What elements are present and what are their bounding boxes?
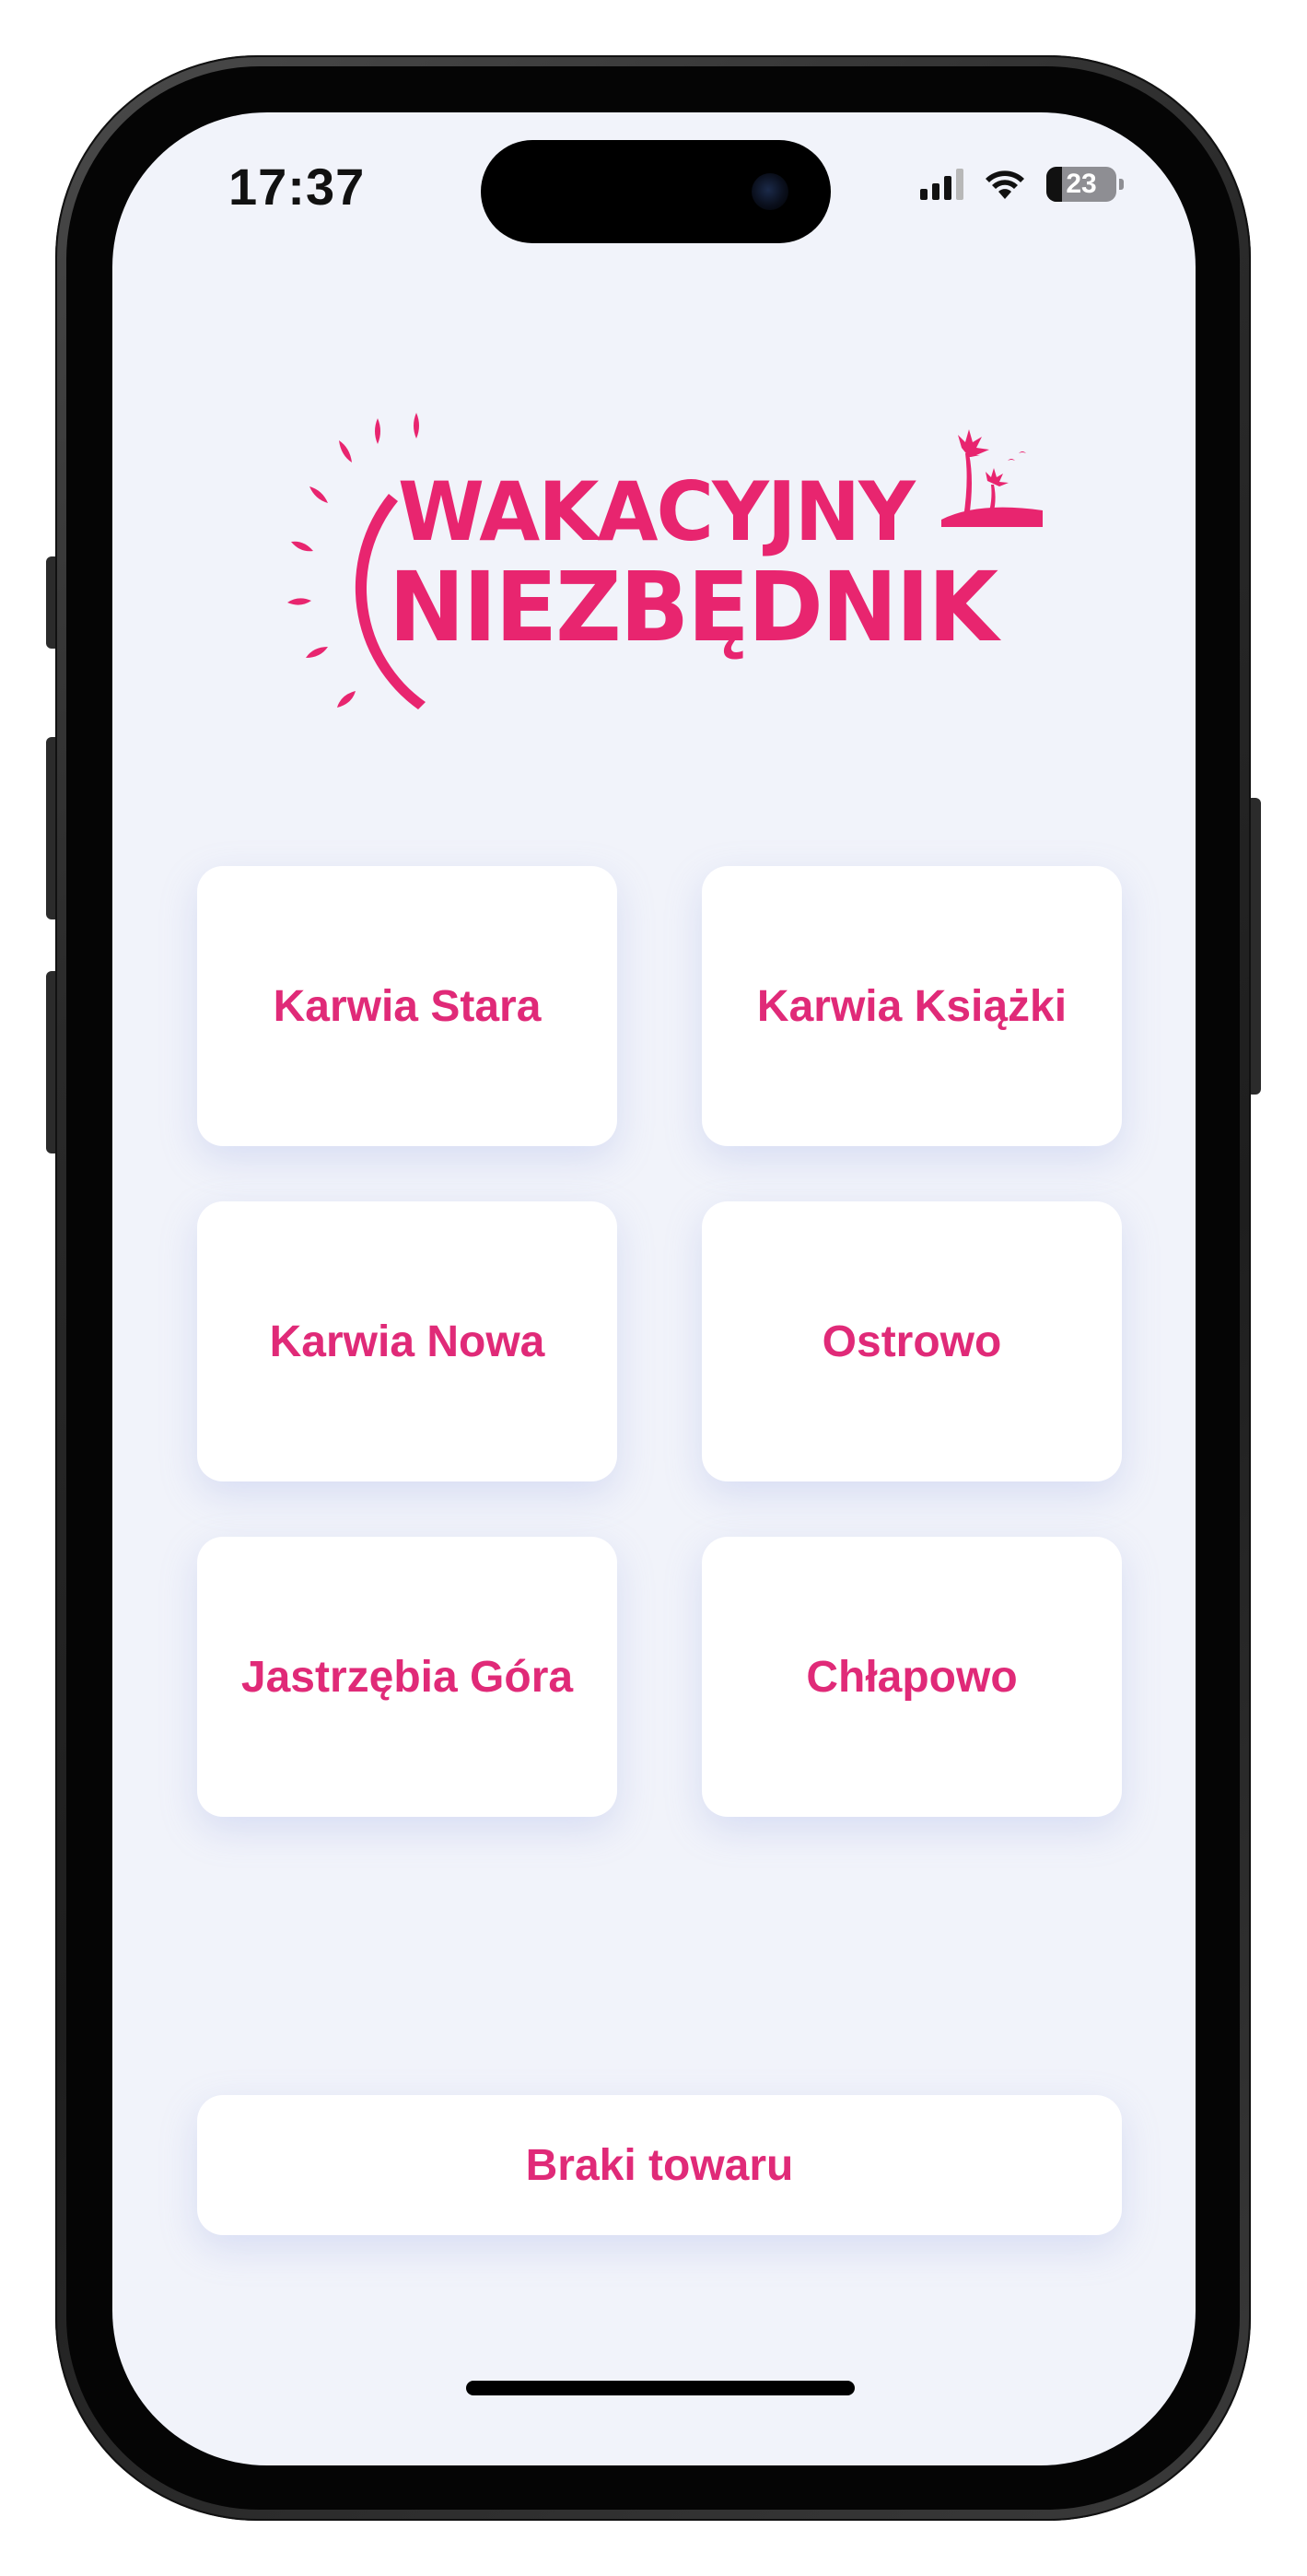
location-tile-karwia-ksiazki[interactable]: Karwia Książki (702, 866, 1122, 1146)
palm-tree-icon (941, 429, 1043, 527)
battery-level: 23 (1066, 169, 1097, 199)
app-screen: 17:37 23 WAKACYJNY NIEZBĘDNIK Karwia Sta… (112, 112, 1196, 2465)
battery-fill (1046, 167, 1063, 202)
location-label: Ostrowo (822, 1317, 1002, 1366)
battery-cap (1119, 179, 1124, 190)
location-tile-chlapowo[interactable]: Chłapowo (702, 1537, 1122, 1817)
shortages-button[interactable]: Braki towaru (197, 2095, 1122, 2235)
wifi-icon (984, 169, 1026, 200)
status-indicators: 23 (920, 164, 1124, 205)
location-label: Chłapowo (806, 1652, 1018, 1702)
shortages-button-label: Braki towaru (525, 2140, 794, 2190)
location-label: Karwia Książki (756, 981, 1068, 1031)
location-tile-karwia-nowa[interactable]: Karwia Nowa (197, 1201, 617, 1481)
front-camera (752, 173, 788, 210)
logo-title-line-2: NIEZBĘDNIK (389, 551, 998, 663)
app-logo: WAKACYJNY NIEZBĘDNIK (278, 398, 1043, 711)
dynamic-island (481, 140, 831, 243)
battery-icon: 23 (1046, 167, 1124, 202)
location-tile-jastrzebia-gora[interactable]: Jastrzębia Góra (197, 1537, 617, 1817)
status-time: 17:37 (228, 158, 366, 216)
logo-title-line-1: WAKACYJNY (398, 464, 916, 559)
location-label: Jastrzębia Góra (240, 1652, 574, 1702)
location-label: Karwia Nowa (269, 1317, 545, 1366)
location-tile-ostrowo[interactable]: Ostrowo (702, 1201, 1122, 1481)
location-label: Karwia Stara (273, 981, 542, 1031)
location-tile-karwia-stara[interactable]: Karwia Stara (197, 866, 617, 1146)
cellular-signal-icon (920, 169, 963, 200)
device-mockup: 17:37 23 WAKACYJNY NIEZBĘDNIK Karwia Sta… (0, 0, 1307, 2576)
home-indicator[interactable] (466, 2381, 855, 2395)
